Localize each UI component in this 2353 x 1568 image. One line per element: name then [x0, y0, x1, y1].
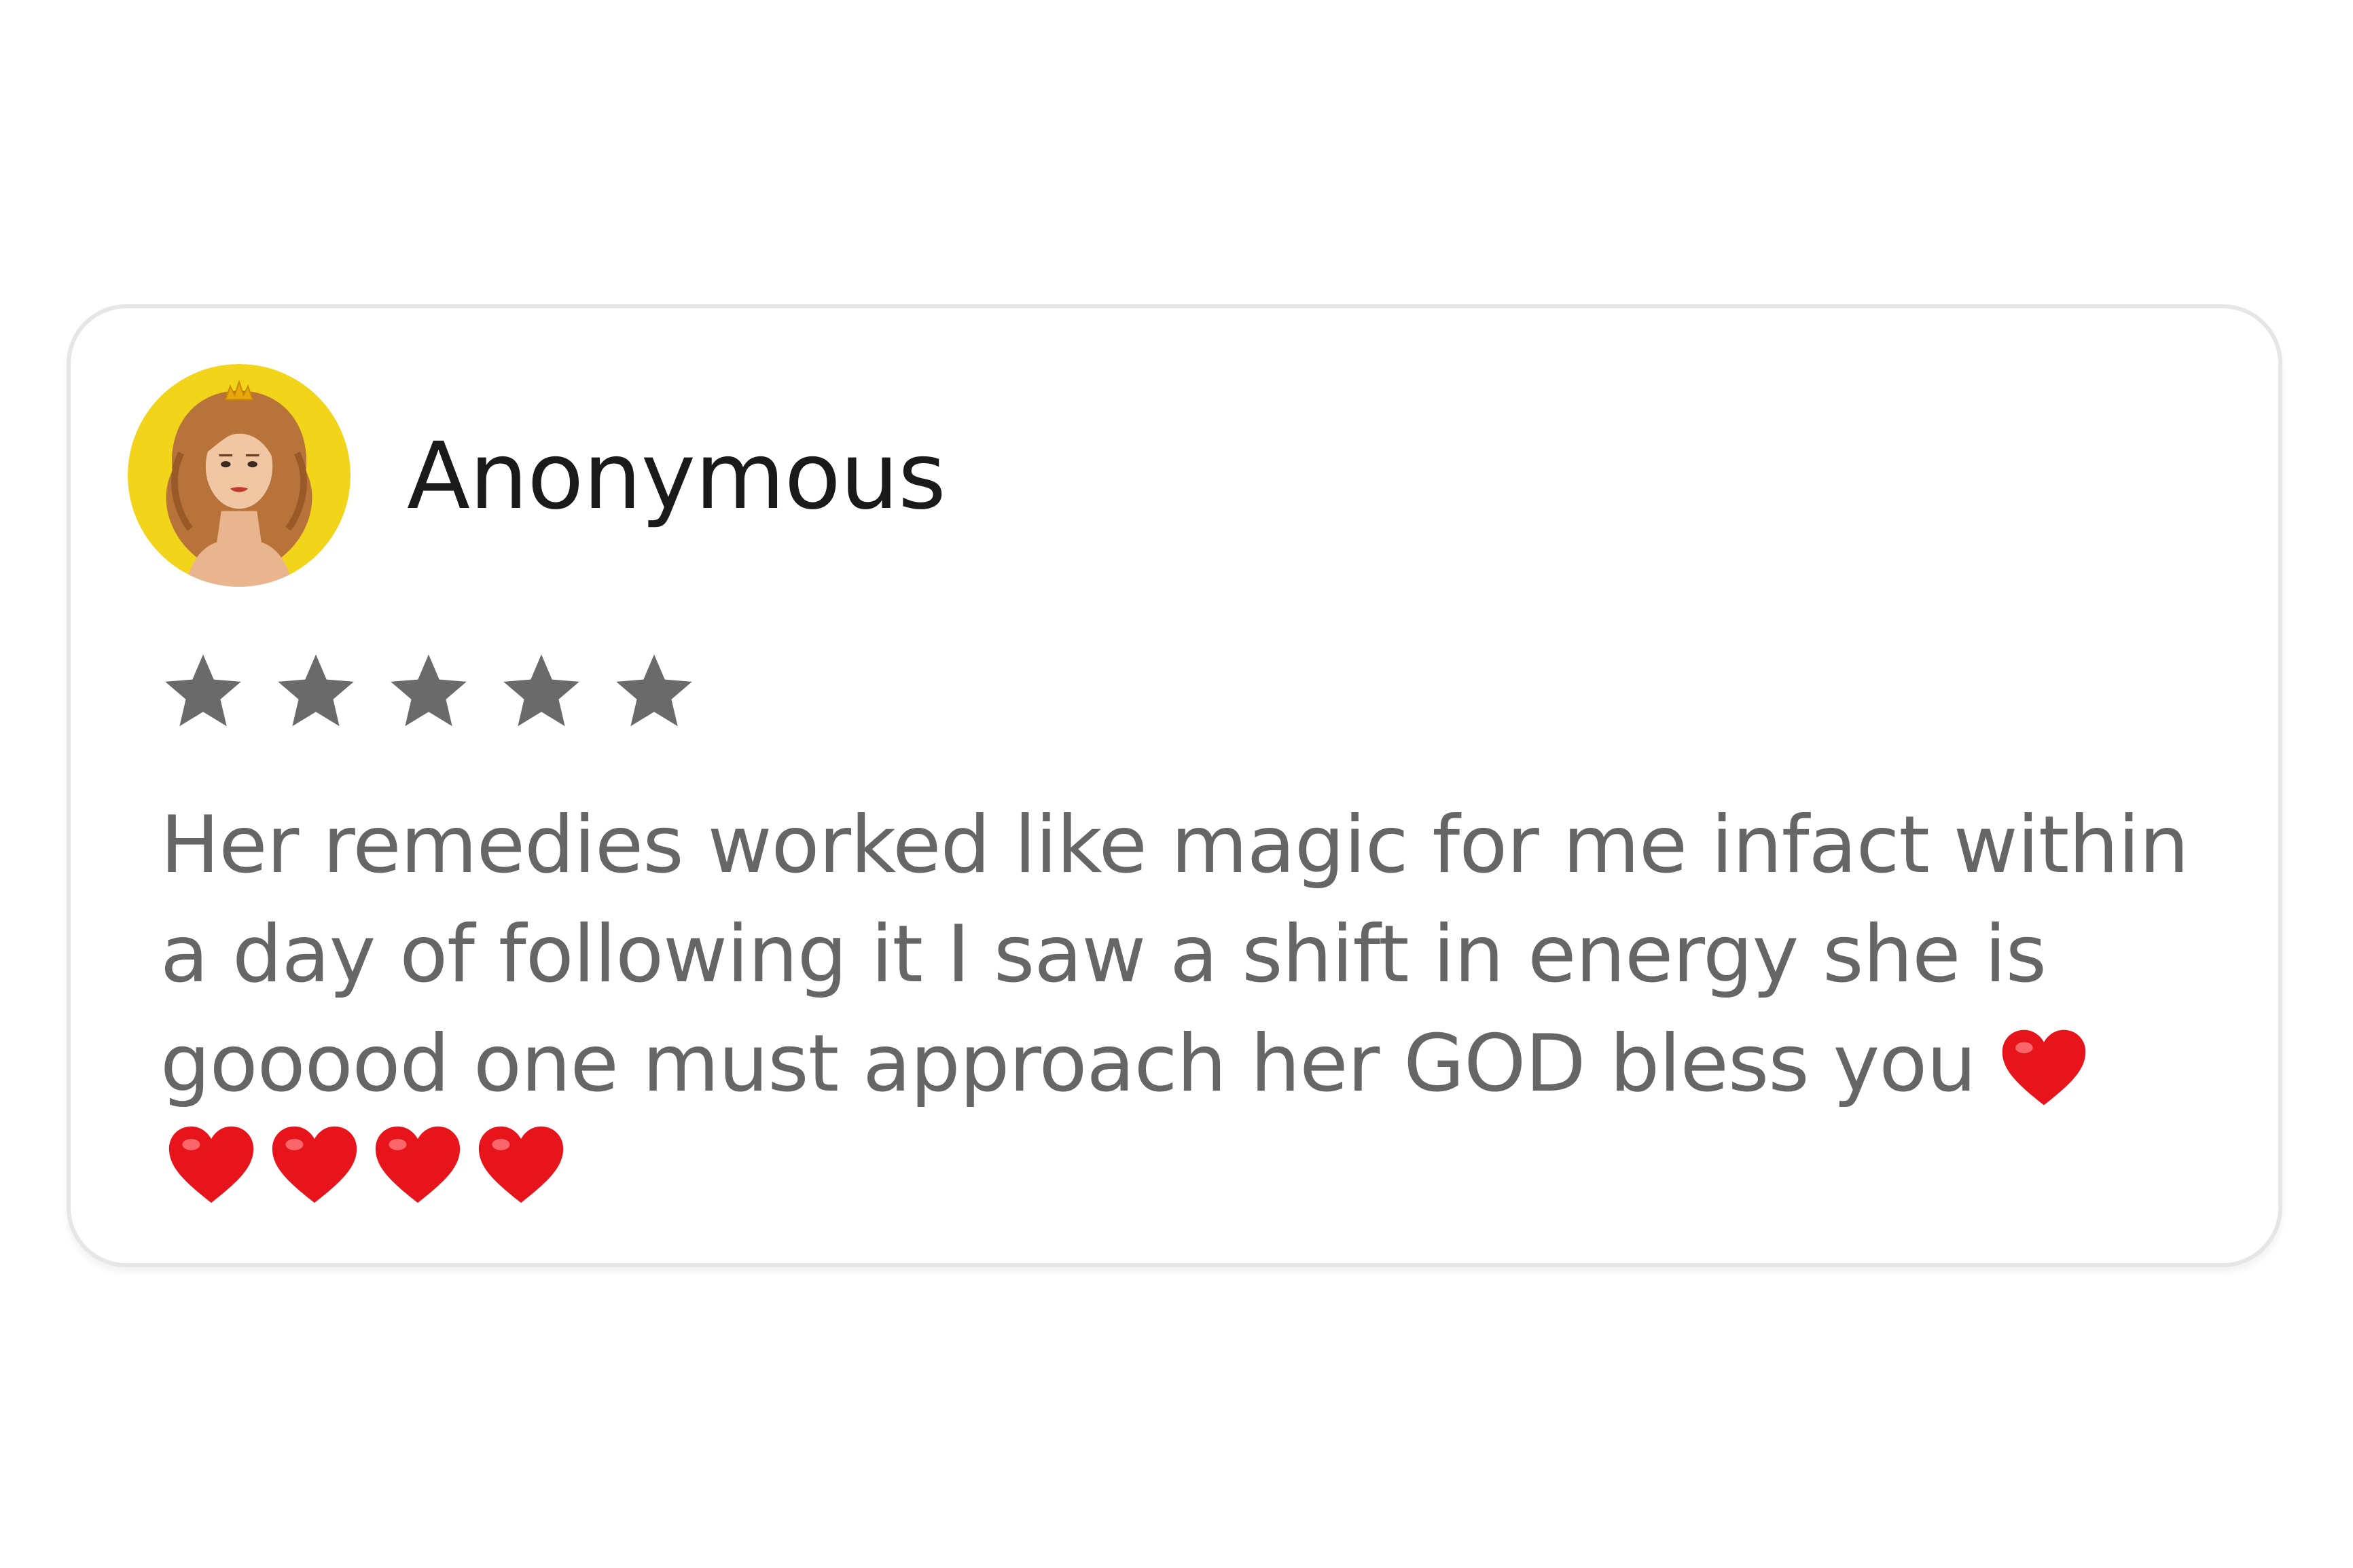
heart-icon: [1996, 1020, 2091, 1115]
heart-icon: [266, 1116, 363, 1213]
heart-emoji-row: [163, 1116, 569, 1213]
star-icon: [610, 648, 698, 736]
review-text: Her remedies worked like magic for me in…: [160, 790, 2219, 1118]
heart-icon: [370, 1116, 466, 1213]
star-icon: [384, 648, 473, 736]
star-icon: [272, 648, 360, 736]
star-icon: [159, 648, 247, 736]
star-icon: [497, 648, 586, 736]
heart-icon: [163, 1116, 259, 1213]
star-rating: [159, 648, 698, 736]
heart-icon: [473, 1116, 569, 1213]
review-text-body: Her remedies worked like magic for me in…: [160, 799, 2189, 1110]
reviewer-name: Anonymous: [407, 423, 946, 530]
reviewer-avatar: [128, 364, 351, 587]
avatar-illustration: [128, 364, 351, 587]
review-card: Anonymous Her remedies worked like magic…: [67, 304, 2282, 1267]
